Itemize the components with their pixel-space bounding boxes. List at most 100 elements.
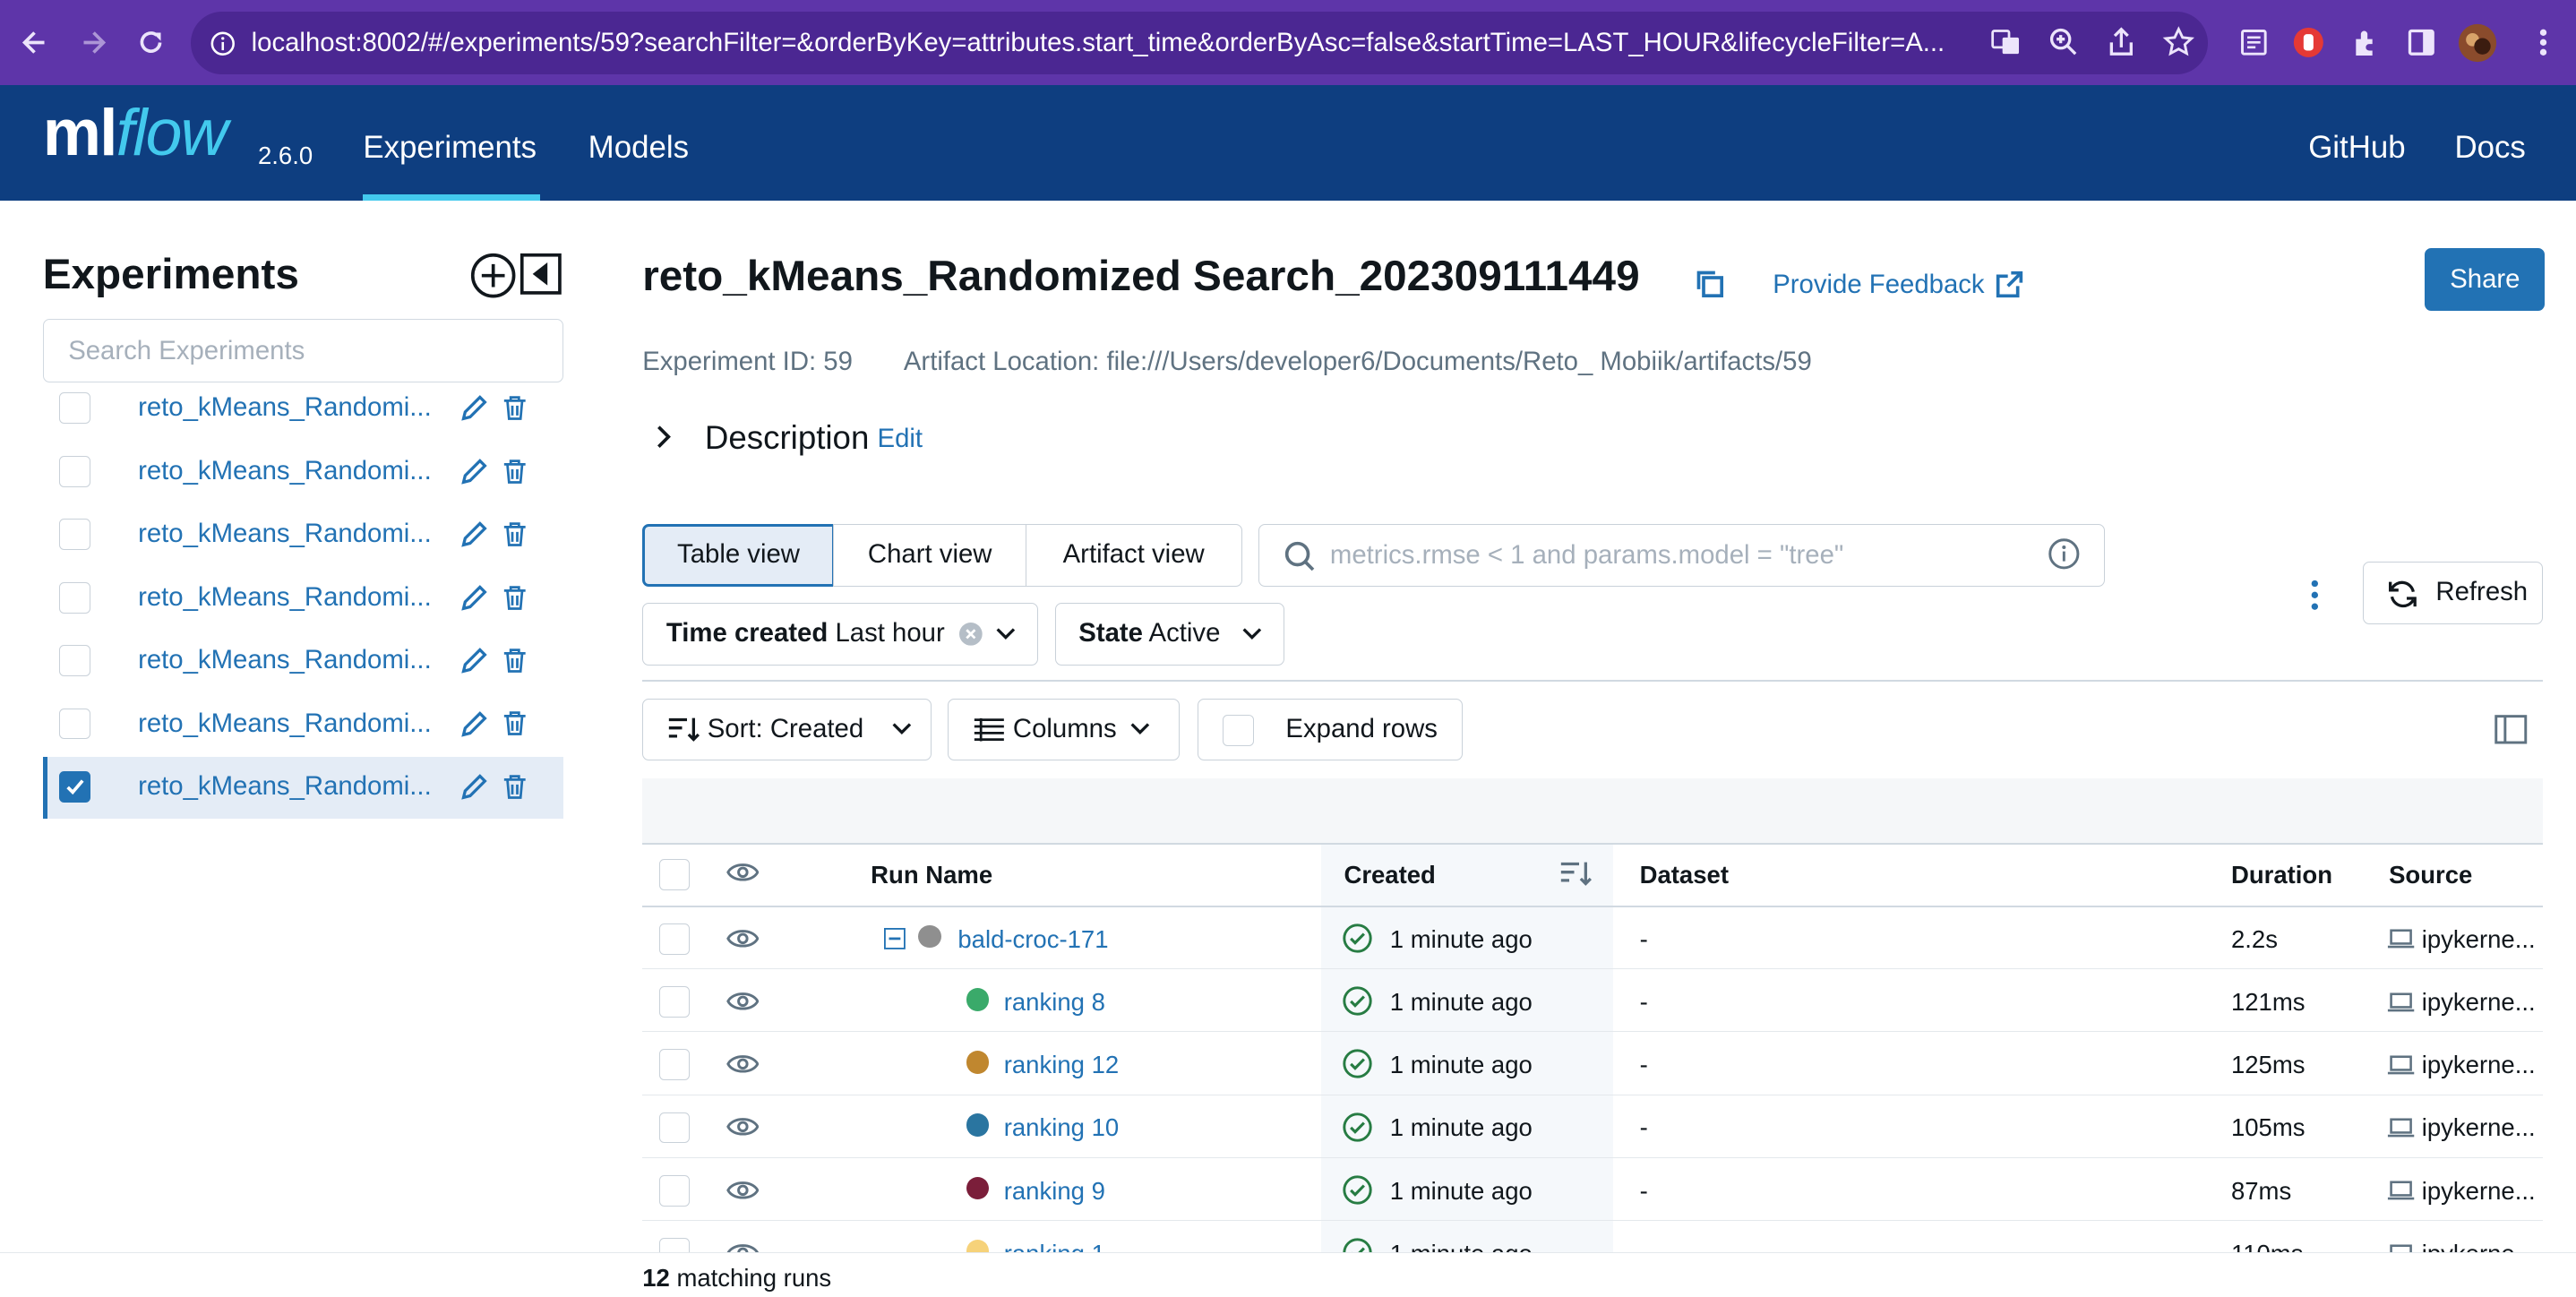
run-name-link[interactable]: ranking 9 bbox=[1004, 1177, 1105, 1206]
experiment-name-link[interactable]: reto_kMeans_Randomi... bbox=[138, 392, 434, 423]
translate-icon[interactable] bbox=[1987, 23, 2026, 63]
run-filter-input[interactable]: metrics.rmse < 1 and params.model = "tre… bbox=[1258, 524, 2105, 587]
experiment-checkbox[interactable] bbox=[59, 392, 90, 425]
search-experiments-input[interactable]: Search Experiments bbox=[42, 318, 564, 383]
experiment-name-link[interactable]: reto_kMeans_Randomi... bbox=[138, 709, 434, 739]
chevron-down-icon[interactable] bbox=[1129, 719, 1152, 739]
nav-docs[interactable]: Docs bbox=[2454, 85, 2525, 200]
collapse-sidebar-icon[interactable] bbox=[519, 253, 562, 296]
chevron-down-icon[interactable] bbox=[994, 624, 1018, 644]
table-row[interactable]: ranking 8 1 minute ago - 121ms ipykerne... bbox=[642, 970, 2544, 1033]
provide-feedback-link[interactable]: Provide Feedback bbox=[1773, 270, 1984, 300]
column-header-source[interactable]: Source bbox=[2389, 861, 2472, 889]
experiment-checkbox[interactable] bbox=[59, 708, 90, 740]
bookmark-star-icon[interactable] bbox=[2159, 23, 2198, 63]
trash-icon[interactable] bbox=[502, 394, 528, 422]
pencil-icon[interactable] bbox=[459, 456, 490, 487]
eye-icon[interactable] bbox=[726, 1179, 760, 1202]
browser-menu-icon[interactable] bbox=[2523, 23, 2563, 63]
experiment-checkbox[interactable] bbox=[59, 519, 90, 551]
eye-icon[interactable] bbox=[726, 861, 760, 884]
sort-descending-icon[interactable] bbox=[1559, 859, 1593, 889]
trash-icon[interactable] bbox=[502, 773, 528, 801]
toggle-panel-icon[interactable] bbox=[2494, 713, 2529, 746]
experiment-name-link[interactable]: reto_kMeans_Randomi... bbox=[138, 456, 434, 486]
select-all-checkbox[interactable] bbox=[658, 859, 691, 891]
pencil-icon[interactable] bbox=[459, 582, 490, 614]
tab-chart-view[interactable]: Chart view bbox=[832, 524, 1027, 587]
sidebar-experiment-item[interactable]: reto_kMeans_Randomi... bbox=[43, 504, 563, 567]
table-row[interactable]: ranking 10 1 minute ago - 105ms ipykerne... bbox=[642, 1095, 2544, 1158]
eye-icon[interactable] bbox=[726, 1115, 760, 1138]
more-options-icon[interactable] bbox=[2308, 579, 2322, 612]
info-icon[interactable] bbox=[2048, 537, 2081, 571]
row-checkbox[interactable] bbox=[658, 986, 691, 1018]
row-checkbox[interactable] bbox=[658, 923, 691, 955]
experiment-name-link[interactable]: reto_kMeans_Randomi... bbox=[138, 771, 434, 802]
tab-artifact-view[interactable]: Artifact view bbox=[1025, 524, 1242, 587]
trash-icon[interactable] bbox=[502, 584, 528, 612]
column-header-dataset[interactable]: Dataset bbox=[1640, 861, 1729, 889]
copy-icon[interactable] bbox=[1694, 268, 1725, 299]
experiment-name-link[interactable]: reto_kMeans_Randomi... bbox=[138, 519, 434, 549]
sidebar-experiment-item[interactable]: reto_kMeans_Randomi... bbox=[43, 378, 563, 441]
eye-icon[interactable] bbox=[726, 990, 760, 1013]
chevron-down-icon[interactable] bbox=[890, 719, 914, 739]
run-color-dot[interactable] bbox=[966, 1113, 990, 1138]
clear-icon[interactable] bbox=[959, 623, 983, 646]
table-row[interactable]: bald-croc-171 1 minute ago - 2.2s ipykerne..… bbox=[642, 907, 2544, 970]
zoom-icon[interactable] bbox=[2044, 23, 2083, 63]
run-color-dot[interactable] bbox=[966, 1176, 990, 1200]
trash-icon[interactable] bbox=[502, 458, 528, 485]
expand-rows-checkbox[interactable] bbox=[1222, 714, 1254, 746]
pencil-icon[interactable] bbox=[459, 645, 490, 676]
profile-avatar-icon[interactable] bbox=[2458, 23, 2497, 63]
chevron-down-icon[interactable] bbox=[1241, 624, 1264, 644]
description-label[interactable]: Description bbox=[705, 419, 869, 457]
address-bar[interactable]: localhost:8002/#/experiments/59?searchFi… bbox=[190, 11, 2209, 74]
pencil-icon[interactable] bbox=[459, 392, 490, 424]
run-name-link[interactable]: bald-croc-171 bbox=[957, 925, 1108, 954]
add-experiment-icon[interactable] bbox=[470, 253, 516, 298]
sidebar-experiment-item[interactable]: reto_kMeans_Randomi... bbox=[43, 567, 563, 630]
run-name-link[interactable]: ranking 12 bbox=[1004, 1051, 1119, 1079]
experiment-checkbox[interactable] bbox=[59, 645, 90, 676]
trash-icon[interactable] bbox=[502, 709, 528, 737]
experiment-checkbox[interactable] bbox=[59, 771, 90, 803]
run-color-dot[interactable] bbox=[918, 924, 942, 949]
sidebar-experiment-item[interactable]: reto_kMeans_Randomi... bbox=[43, 693, 563, 756]
column-header-run-name[interactable]: Run Name bbox=[871, 861, 992, 889]
table-row[interactable]: ranking 9 1 minute ago - 87ms ipykerne... bbox=[642, 1159, 2544, 1222]
trash-icon[interactable] bbox=[502, 647, 528, 674]
share-button[interactable]: Share bbox=[2425, 247, 2546, 311]
sidebar-experiment-item[interactable]: reto_kMeans_Randomi... bbox=[42, 756, 564, 820]
forward-icon[interactable] bbox=[71, 20, 116, 65]
reader-mode-icon[interactable] bbox=[2235, 23, 2274, 63]
ad-block-extension-icon[interactable] bbox=[2288, 23, 2328, 63]
tab-table-view[interactable]: Table view bbox=[642, 524, 835, 587]
site-info-icon[interactable] bbox=[210, 31, 236, 56]
row-checkbox[interactable] bbox=[658, 1112, 691, 1144]
reload-icon[interactable] bbox=[128, 20, 174, 65]
eye-icon[interactable] bbox=[726, 1052, 760, 1076]
pencil-icon[interactable] bbox=[459, 709, 490, 740]
sidebar-experiment-item[interactable]: reto_kMeans_Randomi... bbox=[43, 631, 563, 693]
row-checkbox[interactable] bbox=[658, 1049, 691, 1081]
run-color-dot[interactable] bbox=[966, 987, 990, 1011]
external-link-icon[interactable] bbox=[1995, 270, 2024, 299]
nav-models[interactable]: Models bbox=[588, 85, 689, 200]
mlflow-logo[interactable]: mlflow bbox=[43, 95, 228, 170]
run-name-link[interactable]: ranking 8 bbox=[1004, 988, 1105, 1017]
table-row[interactable]: ranking 12 1 minute ago - 125ms ipykerne... bbox=[642, 1033, 2544, 1095]
column-header-created[interactable]: Created bbox=[1344, 861, 1435, 889]
experiment-checkbox[interactable] bbox=[59, 581, 90, 614]
back-icon[interactable] bbox=[12, 20, 57, 65]
experiment-name-link[interactable]: reto_kMeans_Randomi... bbox=[138, 582, 434, 613]
nav-experiments[interactable]: Experiments bbox=[363, 85, 541, 201]
experiment-name-link[interactable]: reto_kMeans_Randomi... bbox=[138, 645, 434, 675]
extensions-icon[interactable] bbox=[2346, 23, 2385, 63]
share-page-icon[interactable] bbox=[2101, 23, 2141, 63]
pencil-icon[interactable] bbox=[459, 771, 490, 803]
sidebar-experiment-item[interactable]: reto_kMeans_Randomi... bbox=[43, 441, 563, 503]
trash-icon[interactable] bbox=[502, 520, 528, 548]
